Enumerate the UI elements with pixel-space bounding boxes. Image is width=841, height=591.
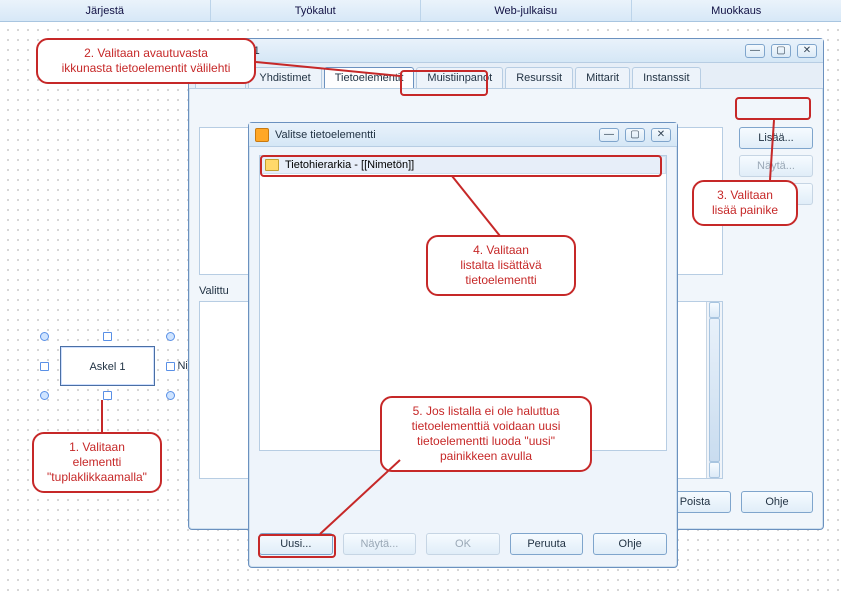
menubar: Järjestä Työkalut Web-julkaisu Muokkaus (0, 0, 841, 22)
callout-4: 4. Valitaan listalta lisättävä tietoelem… (426, 235, 576, 296)
resize-handle[interactable] (166, 332, 175, 341)
menu-muokkaus[interactable]: Muokkaus (632, 0, 841, 21)
help-button-child[interactable]: Ohje (593, 533, 667, 555)
menu-jarjesta[interactable]: Järjestä (0, 0, 211, 21)
tab-tietoelementit[interactable]: Tietoelementit (324, 67, 415, 88)
resize-handle[interactable] (103, 391, 112, 400)
resize-handle[interactable] (103, 332, 112, 341)
resize-handle[interactable] (40, 332, 49, 341)
tab-muistiinpanot[interactable]: Muistiinpanot (416, 67, 503, 88)
resize-handle[interactable] (166, 362, 175, 371)
resize-handle[interactable] (166, 391, 175, 400)
tabstrip: tukset Yhdistimet Tietoelementit Muistii… (189, 63, 823, 89)
cancel-button[interactable]: Peruuta (510, 533, 584, 555)
resize-handle[interactable] (40, 362, 49, 371)
dialog-select-element: Valitse tietoelementti — ▢ ✕ Tietohierar… (248, 122, 678, 568)
tab-mittarit[interactable]: Mittarit (575, 67, 630, 88)
scrollbar[interactable] (706, 302, 722, 478)
max-button[interactable]: ▢ (625, 128, 645, 142)
tree-item-root[interactable]: Tietohierarkia - [[Nimetön]] (260, 156, 666, 174)
add-button[interactable]: Lisää... (739, 127, 813, 149)
diagram-selection: Askel 1 Nim (40, 332, 175, 400)
min-button[interactable]: — (745, 44, 765, 58)
min-button[interactable]: — (599, 128, 619, 142)
menu-webjulkaisu[interactable]: Web-julkaisu (421, 0, 632, 21)
scroll-thumb[interactable] (709, 318, 720, 462)
show-button[interactable]: Näytä... (343, 533, 417, 555)
callout-1: 1. Valitaan elementti "tuplaklikkaamalla… (32, 432, 162, 493)
tab-resurssit[interactable]: Resurssit (505, 67, 573, 88)
diagram-node-askel1[interactable]: Askel 1 (60, 346, 155, 386)
close-button[interactable]: ✕ (651, 128, 671, 142)
close-button[interactable]: ✕ (797, 44, 817, 58)
callout-3: 3. Valitaan lisää painike (692, 180, 798, 226)
titlebar-child[interactable]: Valitse tietoelementti — ▢ ✕ (249, 123, 677, 147)
tab-instanssit[interactable]: Instanssit (632, 67, 700, 88)
callout-2: 2. Valitaan avautuvasta ikkunasta tietoe… (36, 38, 256, 84)
tree-item-label: Tietohierarkia - [[Nimetön]] (285, 159, 414, 171)
app-icon (255, 128, 269, 142)
show-button[interactable]: Näytä... (739, 155, 813, 177)
callout-5: 5. Jos listalla ei ole haluttua tietoele… (380, 396, 592, 472)
tab-yhdistimet[interactable]: Yhdistimet (248, 67, 321, 88)
selected-label: Valittu (199, 285, 229, 297)
max-button[interactable]: ▢ (771, 44, 791, 58)
folder-icon (265, 159, 279, 171)
new-button[interactable]: Uusi... (259, 533, 333, 555)
child-title: Valitse tietoelementti (275, 129, 376, 141)
resize-handle[interactable] (40, 391, 49, 400)
help-button[interactable]: Ohje (741, 491, 813, 513)
menu-tyokalut[interactable]: Työkalut (211, 0, 422, 21)
ok-button[interactable]: OK (426, 533, 500, 555)
titlebar-parent[interactable]: skel - Askel 1 — ▢ ✕ (189, 39, 823, 63)
